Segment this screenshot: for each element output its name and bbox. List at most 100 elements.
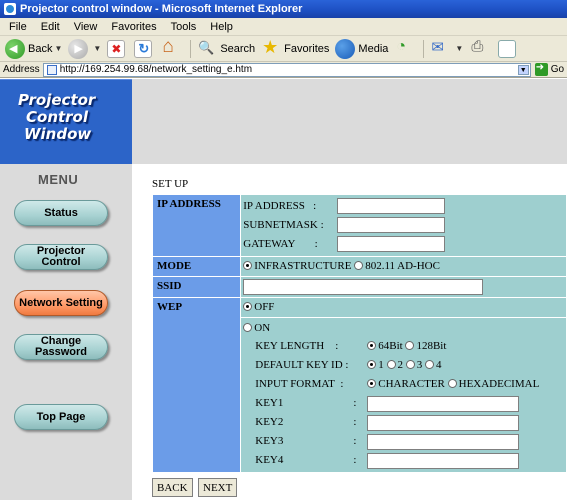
- radio-icon[interactable]: [354, 261, 364, 270]
- colon: :: [320, 219, 324, 231]
- radio-selected-icon[interactable]: [367, 341, 377, 350]
- mode-header: MODE: [153, 257, 241, 276]
- radio-icon[interactable]: [405, 360, 415, 369]
- key2-input[interactable]: [367, 414, 520, 431]
- ssid-input[interactable]: [243, 279, 484, 295]
- back-label: Back: [28, 42, 53, 55]
- edit-page-icon: [498, 39, 517, 58]
- wep-off-label: OFF: [254, 301, 275, 313]
- history-button[interactable]: [391, 38, 420, 60]
- media-button[interactable]: Media: [332, 38, 391, 60]
- menu-view[interactable]: View: [67, 21, 105, 33]
- ip-address-label: IP ADDRESS :: [243, 198, 337, 215]
- colon: :: [353, 454, 357, 466]
- mode-infrastructure-label: INFRASTRUCTURE: [254, 260, 352, 272]
- key3-label-text: KEY3: [255, 435, 284, 447]
- key4-label: KEY4:: [255, 451, 367, 470]
- chevron-down-icon[interactable]: ▼: [517, 64, 529, 75]
- colon: :: [314, 238, 318, 250]
- nav-network-setting-button[interactable]: Network Setting: [14, 290, 108, 316]
- radio-icon[interactable]: [243, 323, 253, 332]
- mode-adhoc-label: 802.11 AD-HOC: [365, 260, 440, 272]
- radio-selected-icon[interactable]: [367, 360, 377, 369]
- default-key-1-label: 1: [378, 359, 384, 371]
- search-icon: [197, 39, 217, 59]
- radio-selected-icon[interactable]: [243, 302, 253, 311]
- radio-selected-icon[interactable]: [243, 261, 253, 270]
- key1-input[interactable]: [367, 395, 520, 412]
- chevron-down-icon[interactable]: ▼: [54, 44, 62, 53]
- radio-icon[interactable]: [405, 341, 415, 350]
- menu-help[interactable]: Help: [203, 21, 240, 33]
- wep-off-option[interactable]: OFF: [241, 298, 566, 317]
- nav-projector-control-button[interactable]: Projector Control: [14, 244, 108, 270]
- default-key-options: 1 2 3 4: [367, 356, 517, 375]
- menu-edit[interactable]: Edit: [34, 21, 67, 33]
- go-label: Go: [550, 64, 565, 75]
- logo-line: Window: [24, 125, 92, 143]
- menu-favorites[interactable]: Favorites: [104, 21, 163, 33]
- address-input[interactable]: http://169.254.99.68/network_setting_e.h…: [42, 62, 531, 77]
- back-button[interactable]: Back ▼: [2, 38, 65, 60]
- search-button[interactable]: Search: [194, 38, 258, 60]
- back-arrow-icon: [5, 38, 25, 59]
- home-button[interactable]: [158, 36, 187, 60]
- mail-button[interactable]: ▼: [427, 38, 466, 60]
- menu-tools[interactable]: Tools: [164, 21, 204, 33]
- gateway-label: GATEWAY :: [243, 236, 337, 253]
- nav-top-page-button[interactable]: Top Page: [14, 404, 108, 430]
- default-key-label-text: DEFAULT KEY ID: [255, 359, 343, 371]
- key2-label: KEY2:: [255, 413, 367, 432]
- key3-label: KEY3:: [255, 432, 367, 451]
- printer-icon: [469, 38, 489, 59]
- radio-icon[interactable]: [447, 379, 457, 388]
- key4-input[interactable]: [367, 452, 520, 469]
- colon: :: [335, 340, 339, 352]
- radio-selected-icon[interactable]: [367, 379, 377, 388]
- window-title: Projector control window - Microsoft Int…: [20, 3, 303, 15]
- chevron-down-icon[interactable]: ▼: [455, 44, 463, 53]
- wep-on-section: ON KEY LENGTH : 64Bit 128Bit DEFAULT KEY…: [241, 318, 566, 472]
- radio-icon[interactable]: [425, 360, 434, 369]
- edit-button[interactable]: [495, 38, 522, 60]
- subnet-mask-input[interactable]: [337, 217, 446, 233]
- key1-label-text: KEY1: [255, 397, 284, 409]
- go-button[interactable]: Go: [534, 62, 565, 76]
- input-format-label: INPUT FORMAT :: [255, 375, 367, 394]
- refresh-icon: [134, 39, 153, 58]
- print-button[interactable]: [466, 38, 495, 60]
- refresh-button[interactable]: [131, 38, 158, 60]
- stop-button[interactable]: [104, 38, 131, 60]
- input-format-label-text: INPUT FORMAT: [255, 378, 335, 390]
- key2-label-text: KEY2: [255, 416, 284, 428]
- page-icon: [46, 64, 57, 75]
- ip-address-row: IP ADDRESS IP ADDRESS : SUBNETMASK : GAT…: [153, 195, 566, 256]
- favorites-button[interactable]: Favorites: [258, 37, 332, 60]
- menubar: File Edit View Favorites Tools Help: [0, 18, 567, 36]
- wep-on-option[interactable]: ON: [243, 320, 564, 337]
- mode-adhoc-option[interactable]: 802.11 AD-HOC: [354, 260, 440, 272]
- media-label: Media: [358, 42, 389, 55]
- nav-change-password-button[interactable]: Change Password: [14, 334, 108, 360]
- menu-file[interactable]: File: [2, 21, 34, 33]
- mode-infrastructure-option[interactable]: INFRASTRUCTURE: [243, 260, 351, 272]
- chevron-down-icon[interactable]: ▼: [93, 44, 101, 53]
- nav-status-button[interactable]: Status: [14, 200, 108, 226]
- gateway-input[interactable]: [337, 236, 446, 252]
- radio-icon[interactable]: [386, 360, 396, 369]
- go-arrow-icon: [534, 62, 548, 76]
- forward-button[interactable]: ▼: [65, 38, 104, 60]
- key-length-label: KEY LENGTH :: [255, 337, 367, 356]
- colon: :: [353, 416, 357, 428]
- wep-header: WEP: [153, 298, 241, 472]
- wep-settings: KEY LENGTH : 64Bit 128Bit DEFAULT KEY ID…: [243, 337, 564, 470]
- ip-address-input[interactable]: [337, 198, 446, 214]
- next-form-label: NEXT: [203, 481, 233, 494]
- next-form-button[interactable]: NEXT: [198, 478, 238, 497]
- logo-panel: Projector Control Window: [0, 79, 132, 164]
- nav-network-setting-label: Network Setting: [19, 296, 103, 309]
- key3-input[interactable]: [367, 433, 520, 450]
- window-titlebar: Projector control window - Microsoft Int…: [0, 0, 567, 18]
- back-form-button[interactable]: BACK: [152, 478, 193, 497]
- back-form-label: BACK: [157, 481, 188, 494]
